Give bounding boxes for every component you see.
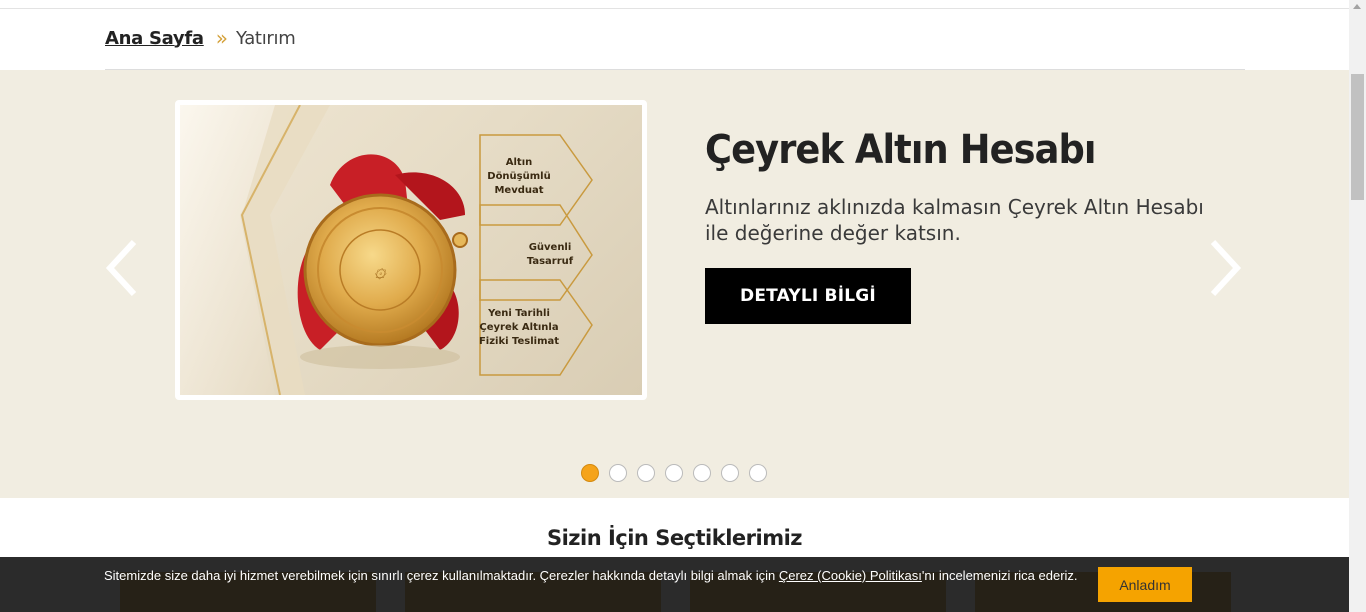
page: Ana Sayfa » Yatırım ۞ Altın Dönüşümlü Me… [0,0,1366,612]
slider-dot-4[interactable] [665,464,683,482]
chevron-left-icon [105,239,137,297]
svg-text:Mevduat: Mevduat [494,185,543,196]
slider-dot-5[interactable] [693,464,711,482]
hero-image: ۞ Altın Dönüşümlü Mevduat Güvenli Tasarr… [175,100,647,400]
svg-text:Dönüşümlü: Dönüşümlü [487,171,550,182]
breadcrumb-current: Yatırım [235,27,296,49]
chevron-right-icon [1210,239,1242,297]
slider-next-button[interactable] [1205,238,1245,298]
scroll-up-icon[interactable] [1353,4,1361,9]
cookie-text: Sitemizde size daha iyi hizmet verebilme… [104,568,1078,583]
details-button[interactable]: DETAYLI BİLGİ [705,268,911,324]
hero-description: Altınlarınız aklınızda kalmasın Çeyrek A… [705,195,1204,245]
top-divider [0,8,1349,9]
slider-dots [581,464,767,482]
slider-dot-6[interactable] [721,464,739,482]
cookie-banner: Sitemizde size daha iyi hizmet verebilme… [0,557,1349,612]
slider-dot-7[interactable] [749,464,767,482]
svg-text:۞: ۞ [374,258,387,282]
breadcrumb-separator: » [215,26,228,50]
slider-dot-3[interactable] [637,464,655,482]
breadcrumb-home-link[interactable]: Ana Sayfa [105,28,204,49]
slider-prev-button[interactable] [102,238,142,298]
svg-text:Yeni Tarihli: Yeni Tarihli [487,308,550,319]
slider-dot-1[interactable] [581,464,599,482]
hero-title: Çeyrek Altın Hesabı [705,127,1097,173]
svg-text:Güvenli: Güvenli [529,242,572,253]
cookie-policy-link[interactable]: Çerez (Cookie) Politikası [779,568,922,583]
svg-text:Tasarruf: Tasarruf [527,256,574,267]
cookie-accept-button[interactable]: Anladım [1098,567,1192,602]
slider-dot-2[interactable] [609,464,627,482]
scrollbar[interactable] [1349,0,1366,612]
svg-text:Çeyrek Altınla: Çeyrek Altınla [479,322,558,333]
breadcrumb: Ana Sayfa » Yatırım [105,26,296,50]
cookie-text-before: Sitemizde size daha iyi hizmet verebilme… [104,568,779,583]
cookie-text-after: 'nı incelemenizi rica ederiz. [921,568,1078,583]
scrollbar-thumb[interactable] [1351,74,1364,200]
gold-coin-illustration: ۞ Altın Dönüşümlü Mevduat Güvenli Tasarr… [180,105,593,395]
svg-text:Altın: Altın [506,157,533,168]
section-title: Sizin İçin Seçtiklerimiz [546,526,803,550]
svg-text:Fiziki Teslimat: Fiziki Teslimat [479,336,559,347]
hero-slider: ۞ Altın Dönüşümlü Mevduat Güvenli Tasarr… [0,70,1349,498]
